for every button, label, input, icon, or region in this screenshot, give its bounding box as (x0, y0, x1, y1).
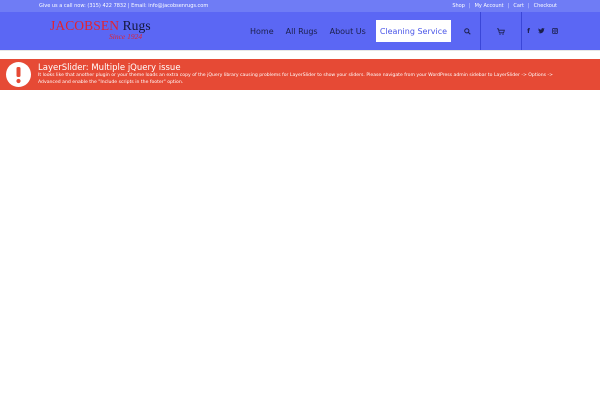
cart-link[interactable]: Cart (509, 3, 528, 9)
exclamation-icon (6, 62, 31, 87)
main-navigation: Home All Rugs About Us Cleaning Service (244, 12, 523, 50)
twitter-bird-glyph (538, 28, 545, 34)
logo-brand-rugs: Rugs (122, 18, 151, 33)
instagram-camera-glyph (551, 28, 558, 34)
nav-home[interactable]: Home (244, 12, 280, 50)
twitter-icon[interactable] (535, 28, 548, 34)
logo-brand-name: JACOBSEN (50, 18, 120, 33)
site-logo[interactable]: JACOBSEN Rugs Since 1924 (50, 18, 160, 48)
contact-info: Give us a call now: (315) 422 7832 | Ema… (39, 3, 209, 9)
checkout-link[interactable]: Checkout (530, 3, 561, 9)
top-bar: Give us a call now: (315) 422 7832 | Ema… (0, 0, 600, 12)
search-button[interactable] (455, 12, 480, 50)
layerslider-error-notice: LayerSlider: Multiple jQuery issue It lo… (0, 59, 600, 90)
shop-link[interactable]: Shop (448, 3, 469, 9)
logo-tagline: Since 1924 (109, 32, 143, 41)
nav-cleaning-service[interactable]: Cleaning Service (375, 20, 452, 42)
nav-all-rugs[interactable]: All Rugs (280, 12, 324, 50)
cart-button[interactable] (480, 12, 523, 50)
facebook-icon[interactable]: f (522, 27, 535, 35)
social-links: f (522, 12, 561, 50)
search-icon (464, 27, 471, 35)
notice-title: LayerSlider: Multiple jQuery issue (38, 63, 181, 73)
header-divider (0, 50, 600, 51)
site-header: JACOBSEN Rugs Since 1924 Home All Rugs A… (0, 12, 600, 50)
account-links: Shop | My Account | Cart | Checkout (448, 3, 561, 9)
instagram-icon[interactable] (548, 28, 561, 34)
my-account-link[interactable]: My Account (471, 3, 508, 9)
nav-about-us[interactable]: About Us (324, 12, 372, 50)
shopping-cart-icon (497, 27, 505, 35)
notice-message: It looks like that another plugin or you… (38, 73, 553, 85)
